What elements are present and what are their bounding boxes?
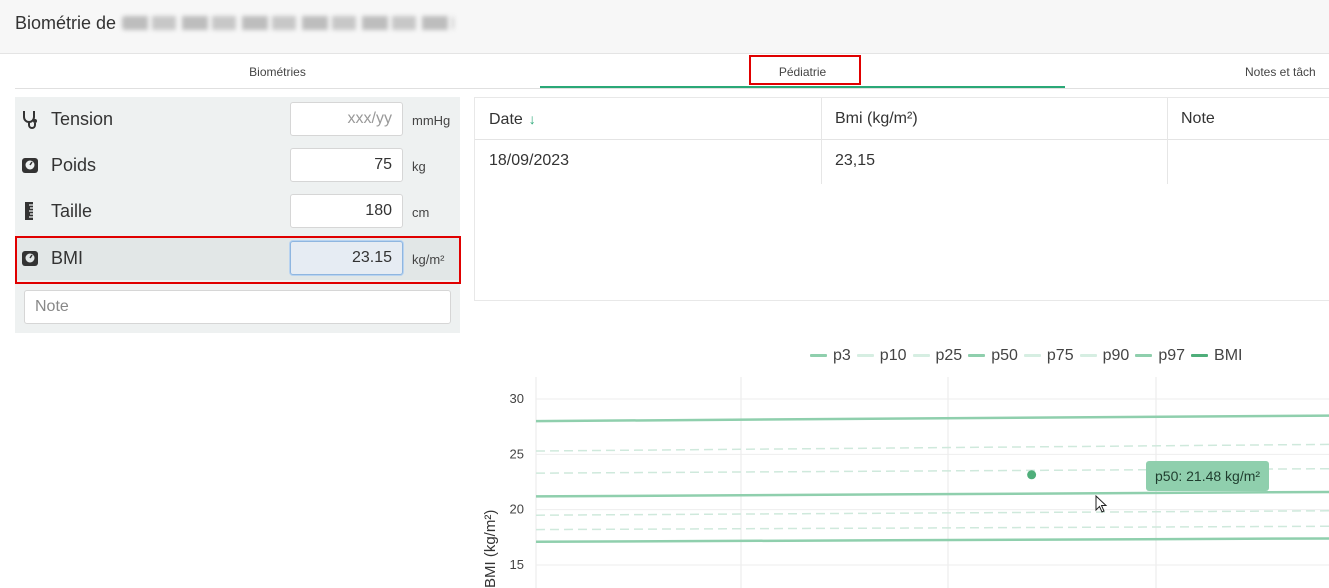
legend-item-p10[interactable]: p10 (856, 347, 907, 365)
ruler-icon (25, 202, 33, 220)
tension-unit: mmHg (412, 113, 451, 128)
cell-bmi: 23,15 (835, 152, 876, 169)
legend-item-p25[interactable]: p25 (912, 347, 963, 365)
legend-swatch (810, 354, 827, 358)
mouse-pointer-icon (1095, 495, 1108, 513)
legend-swatch (1135, 354, 1153, 358)
page-title: Biométrie de (15, 13, 455, 34)
taille-input[interactable] (290, 194, 403, 228)
scale-icon (22, 158, 38, 173)
note-field[interactable] (24, 290, 451, 324)
y-tick-label: 20 (510, 502, 524, 517)
series-line-p3[interactable] (535, 537, 1329, 544)
poids-input[interactable] (290, 148, 403, 182)
legend-label: BMI (1214, 347, 1243, 364)
header-bar: Biométrie de (0, 0, 1329, 54)
taille-label: Taille (51, 201, 93, 221)
tab-bar: Biométries Pédiatrie Notes et tâch (15, 54, 1329, 89)
page-title-text: Biométrie de (15, 13, 117, 33)
tab-biometries[interactable]: Biométries (15, 54, 540, 88)
legend-item-p75[interactable]: p75 (1023, 347, 1074, 365)
stethoscope-icon (23, 111, 37, 129)
column-header-bmi[interactable]: Bmi (kg/m²) (821, 98, 1167, 140)
tension-input[interactable] (290, 102, 403, 136)
legend-item-bmi[interactable]: BMI (1191, 347, 1242, 365)
poids-row: Poids kg (15, 143, 460, 187)
legend-swatch (968, 354, 986, 358)
poids-label: Poids (51, 155, 97, 175)
legend-swatch (1023, 354, 1041, 358)
legend-item-p50[interactable]: p50 (968, 347, 1018, 365)
biometrics-form: Tension mmHg Poids kg Taille cm BMI kg/m… (15, 97, 460, 333)
legend-label: p75 (1046, 347, 1074, 364)
arrow-down-icon[interactable]: ↓ (529, 111, 536, 127)
patient-name-redacted (122, 16, 455, 30)
y-tick-label: 30 (510, 391, 524, 406)
series-line-p50[interactable] (535, 490, 1329, 498)
legend-item-p90[interactable]: p90 (1079, 347, 1130, 365)
legend-swatch (912, 354, 930, 358)
chart-y-axis-label: BMI (kg/m²) (482, 510, 499, 588)
series-line-p97[interactable] (535, 414, 1329, 423)
legend-label: p97 (1158, 347, 1186, 364)
tab-highlight-box (749, 55, 861, 85)
tension-label: Tension (51, 109, 114, 129)
chart-legend: p3 p10 p25 p50 p75 p90 p97 BMI (810, 347, 1248, 367)
y-tick-label: 25 (510, 446, 524, 461)
taille-unit: cm (412, 205, 430, 220)
legend-item-p97[interactable]: p97 (1135, 347, 1185, 365)
taille-row: Taille cm (15, 189, 460, 233)
legend-label: p90 (1102, 347, 1130, 364)
series-line-p10[interactable] (535, 525, 1329, 531)
tab-notes-et-taches[interactable]: Notes et tâch (1245, 54, 1329, 88)
pediatrie-table: Date ↓ Bmi (kg/m²) Note 18/09/2023 23,15 (474, 97, 1329, 301)
legend-label: p3 (833, 347, 851, 364)
column-header-date[interactable]: Date ↓ (475, 98, 821, 140)
legend-label: p10 (879, 347, 907, 364)
column-header-note[interactable]: Note (1167, 98, 1329, 140)
bmi-highlight-box (15, 236, 461, 284)
legend-swatch (1079, 354, 1097, 358)
legend-label: p25 (935, 347, 963, 364)
legend-item-p3[interactable]: p3 (810, 347, 851, 365)
tension-row: Tension mmHg (15, 97, 460, 141)
column-header-date-label: Date (489, 111, 523, 128)
legend-swatch (1191, 354, 1209, 358)
series-line-p90[interactable] (535, 443, 1329, 452)
legend-label: p50 (991, 347, 1018, 364)
y-tick-label: 15 (510, 557, 524, 572)
chart-tooltip: p50: 21.48 kg/m² (1146, 461, 1270, 491)
chart-y-ticks: 30 25 20 15 (510, 391, 524, 572)
cell-note (1167, 141, 1329, 183)
legend-swatch (856, 354, 874, 358)
series-point-bmi[interactable] (1027, 470, 1037, 480)
cell-date: 18/09/2023 (489, 152, 570, 169)
series-line-p25[interactable] (535, 510, 1329, 516)
poids-unit: kg (412, 159, 426, 174)
